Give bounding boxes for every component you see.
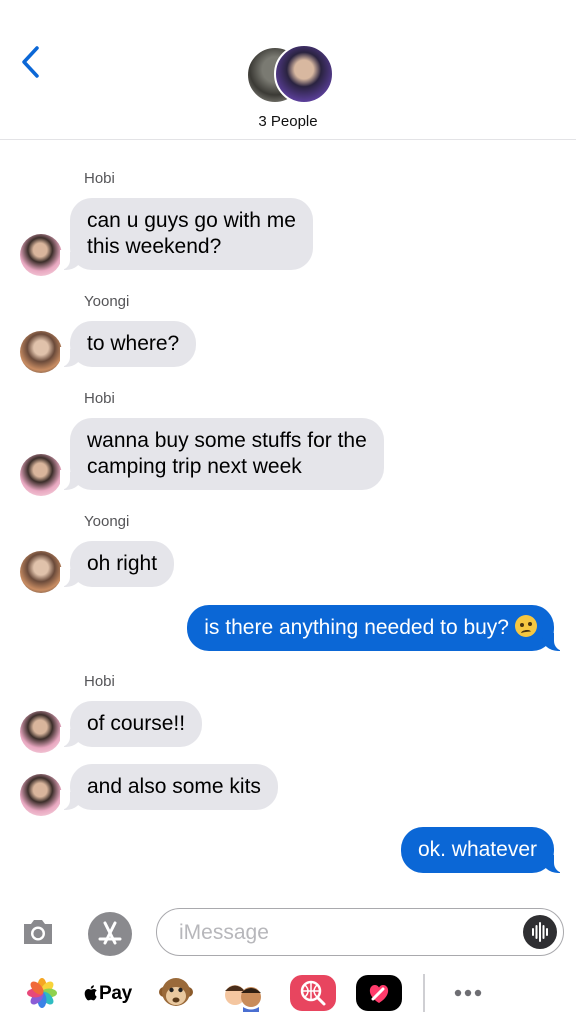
avatar-hobi: [20, 234, 62, 276]
photos-app-icon[interactable]: [24, 974, 60, 1012]
group-avatar-front: [274, 44, 334, 104]
message-input[interactable]: iMessage: [156, 908, 564, 956]
globe-search-icon: [300, 980, 326, 1006]
incoming-message[interactable]: to where?: [59, 321, 197, 367]
woozy-face-emoji: [515, 615, 537, 637]
avatar-hobi: [20, 711, 62, 753]
avatar-yoongi: [20, 551, 62, 593]
app-store-button[interactable]: [88, 912, 132, 956]
message-text: is there anything needed to buy?: [204, 616, 509, 639]
back-chevron-icon[interactable]: [16, 44, 46, 80]
image-search-app[interactable]: [290, 975, 336, 1011]
waveform-icon: [532, 922, 548, 942]
sender-name: Hobi: [84, 390, 115, 407]
heart-touch-icon: [369, 985, 389, 1003]
conversation-header: 3 People: [0, 0, 576, 140]
digital-touch-app[interactable]: [356, 975, 402, 1011]
app-store-icon: [98, 921, 122, 945]
outgoing-message[interactable]: is there anything needed to buy?: [187, 605, 564, 651]
group-title[interactable]: 3 People: [0, 113, 576, 130]
apple-pay-button[interactable]: Pay: [84, 974, 134, 1012]
avatar-hobi: [20, 774, 62, 816]
apple-logo-icon: [84, 985, 97, 1001]
avatar-hobi: [20, 454, 62, 496]
app-tray: Pay: [0, 966, 576, 1022]
sender-name: Hobi: [84, 170, 115, 187]
sender-name: Hobi: [84, 673, 115, 690]
message-input-placeholder: iMessage: [179, 921, 269, 944]
composer-toolbar: iMessage: [0, 900, 576, 964]
memoji-icon[interactable]: [222, 974, 266, 1012]
more-apps-icon[interactable]: [448, 974, 488, 1012]
apple-pay-label: Pay: [99, 983, 132, 1004]
group-avatars[interactable]: [246, 44, 334, 104]
audio-message-button[interactable]: [523, 915, 557, 949]
camera-icon[interactable]: [20, 914, 56, 950]
incoming-message[interactable]: wanna buy some stuffs for the camping tr…: [60, 418, 384, 490]
incoming-message[interactable]: of course!!: [59, 701, 203, 747]
tray-divider: [423, 974, 425, 1012]
animoji-monkey-icon[interactable]: [158, 974, 194, 1012]
avatar-yoongi: [20, 331, 62, 373]
sender-name: Yoongi: [84, 293, 130, 310]
incoming-message[interactable]: and also some kits: [60, 764, 278, 810]
incoming-message[interactable]: can u guys go with me this weekend?: [60, 198, 313, 270]
incoming-message[interactable]: oh right: [59, 541, 175, 587]
outgoing-message[interactable]: ok. whatever: [400, 827, 565, 873]
sender-name: Yoongi: [84, 513, 130, 530]
